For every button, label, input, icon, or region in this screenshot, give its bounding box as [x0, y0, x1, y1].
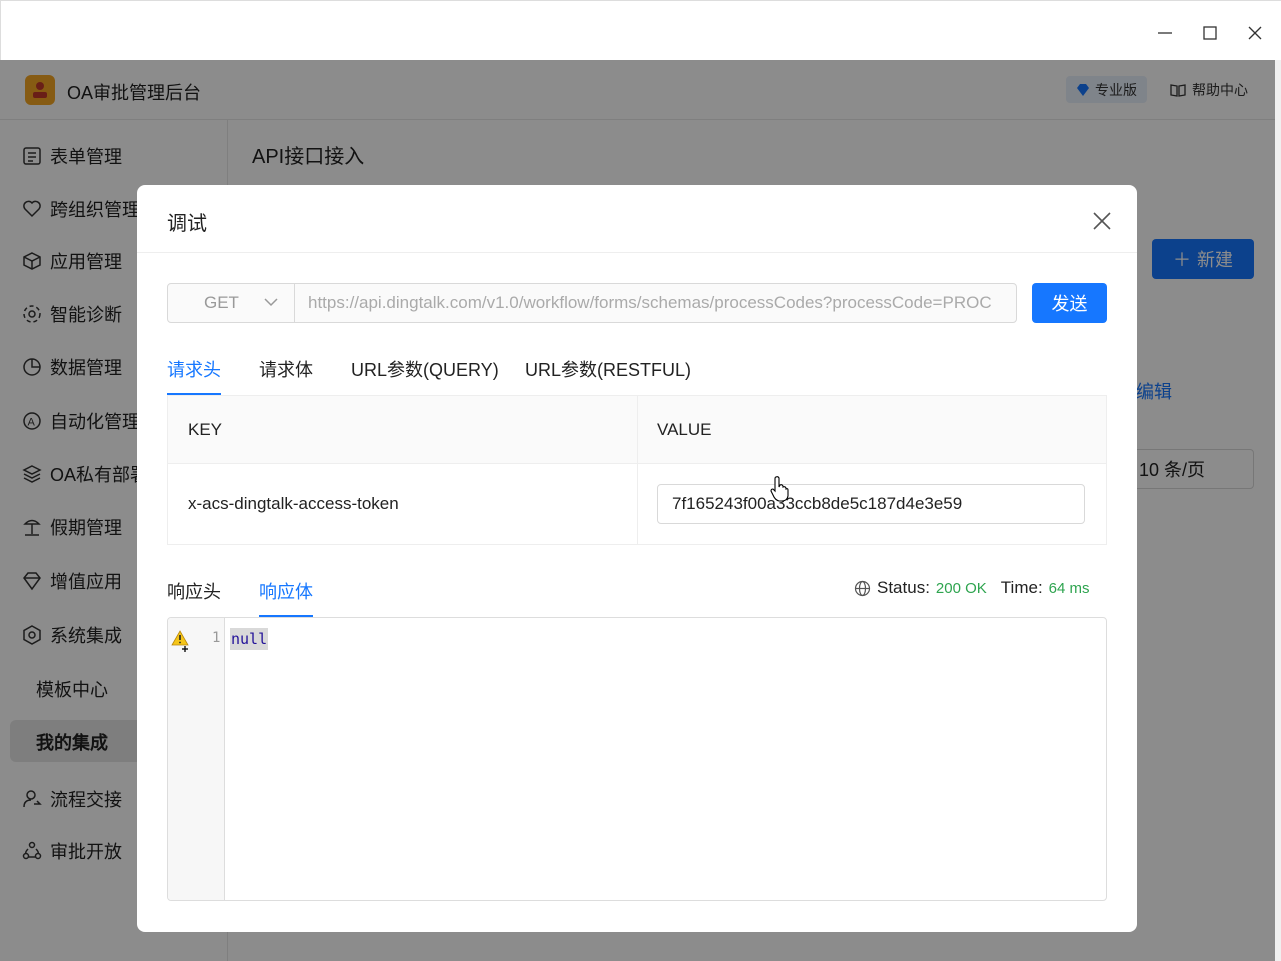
status-value: 200 OK [935, 579, 987, 597]
tab-url-restful[interactable]: URL参数(RESTFUL) [525, 350, 691, 395]
column-header-value: VALUE [657, 420, 712, 439]
close-icon [1248, 26, 1262, 40]
tab-response-headers[interactable]: 响应头 [167, 572, 221, 617]
tab-response-body[interactable]: 响应体 [259, 572, 313, 617]
column-header-key: KEY [188, 420, 223, 439]
warning-icon [171, 630, 189, 652]
column-divider [637, 396, 638, 544]
modal-title: 调试 [167, 213, 207, 235]
send-button[interactable]: 发送 [1032, 283, 1107, 323]
request-url-input[interactable]: https://api.dingtalk.com/v1.0/workflow/f… [294, 283, 1017, 323]
line-number: 1 [212, 630, 221, 646]
tab-url-query[interactable]: URL参数(QUERY) [351, 350, 499, 395]
modal-header: 调试 [137, 185, 1137, 253]
headers-table: KEY VALUE x-acs-dingtalk-access-token 7f… [167, 395, 1107, 545]
time-value: 64 ms [1048, 579, 1090, 597]
modal-close-button[interactable] [1090, 209, 1114, 233]
close-icon [1093, 212, 1111, 230]
minimize-button[interactable] [1151, 19, 1179, 47]
response-status: Status: 200 OK Time: 64 ms [854, 578, 1090, 598]
header-key-cell: x-acs-dingtalk-access-token [188, 494, 399, 513]
debug-modal: 调试 GET https://api.dingtalk.com/v1.0/wor… [137, 185, 1137, 932]
editor-gutter: 1 [168, 618, 225, 900]
http-method-select[interactable]: GET [167, 283, 295, 323]
hand-cursor-icon [770, 476, 789, 502]
tab-request-headers[interactable]: 请求头 [167, 350, 221, 395]
window-close-button[interactable] [1241, 19, 1269, 47]
http-method-value: GET [204, 293, 239, 312]
window-titlebar [0, 0, 1281, 60]
globe-icon [854, 580, 871, 596]
header-value-input[interactable]: 7f165243f00a33ccb8de5c187d4e3e59 [657, 484, 1085, 524]
chevron-down-icon [264, 298, 278, 307]
minimize-icon [1158, 32, 1172, 34]
status-label: Status: [877, 578, 930, 597]
tab-request-body[interactable]: 请求体 [259, 350, 313, 395]
request-tabs: 请求头 请求体 URL参数(QUERY) URL参数(RESTFUL) [167, 350, 1107, 395]
window-scrollbar[interactable] [1275, 60, 1281, 961]
time-label: Time: [1000, 578, 1043, 597]
response-body-editor[interactable]: 1 null [167, 617, 1107, 901]
maximize-icon [1203, 26, 1217, 40]
code-line: null [230, 628, 269, 650]
maximize-button[interactable] [1196, 19, 1224, 47]
